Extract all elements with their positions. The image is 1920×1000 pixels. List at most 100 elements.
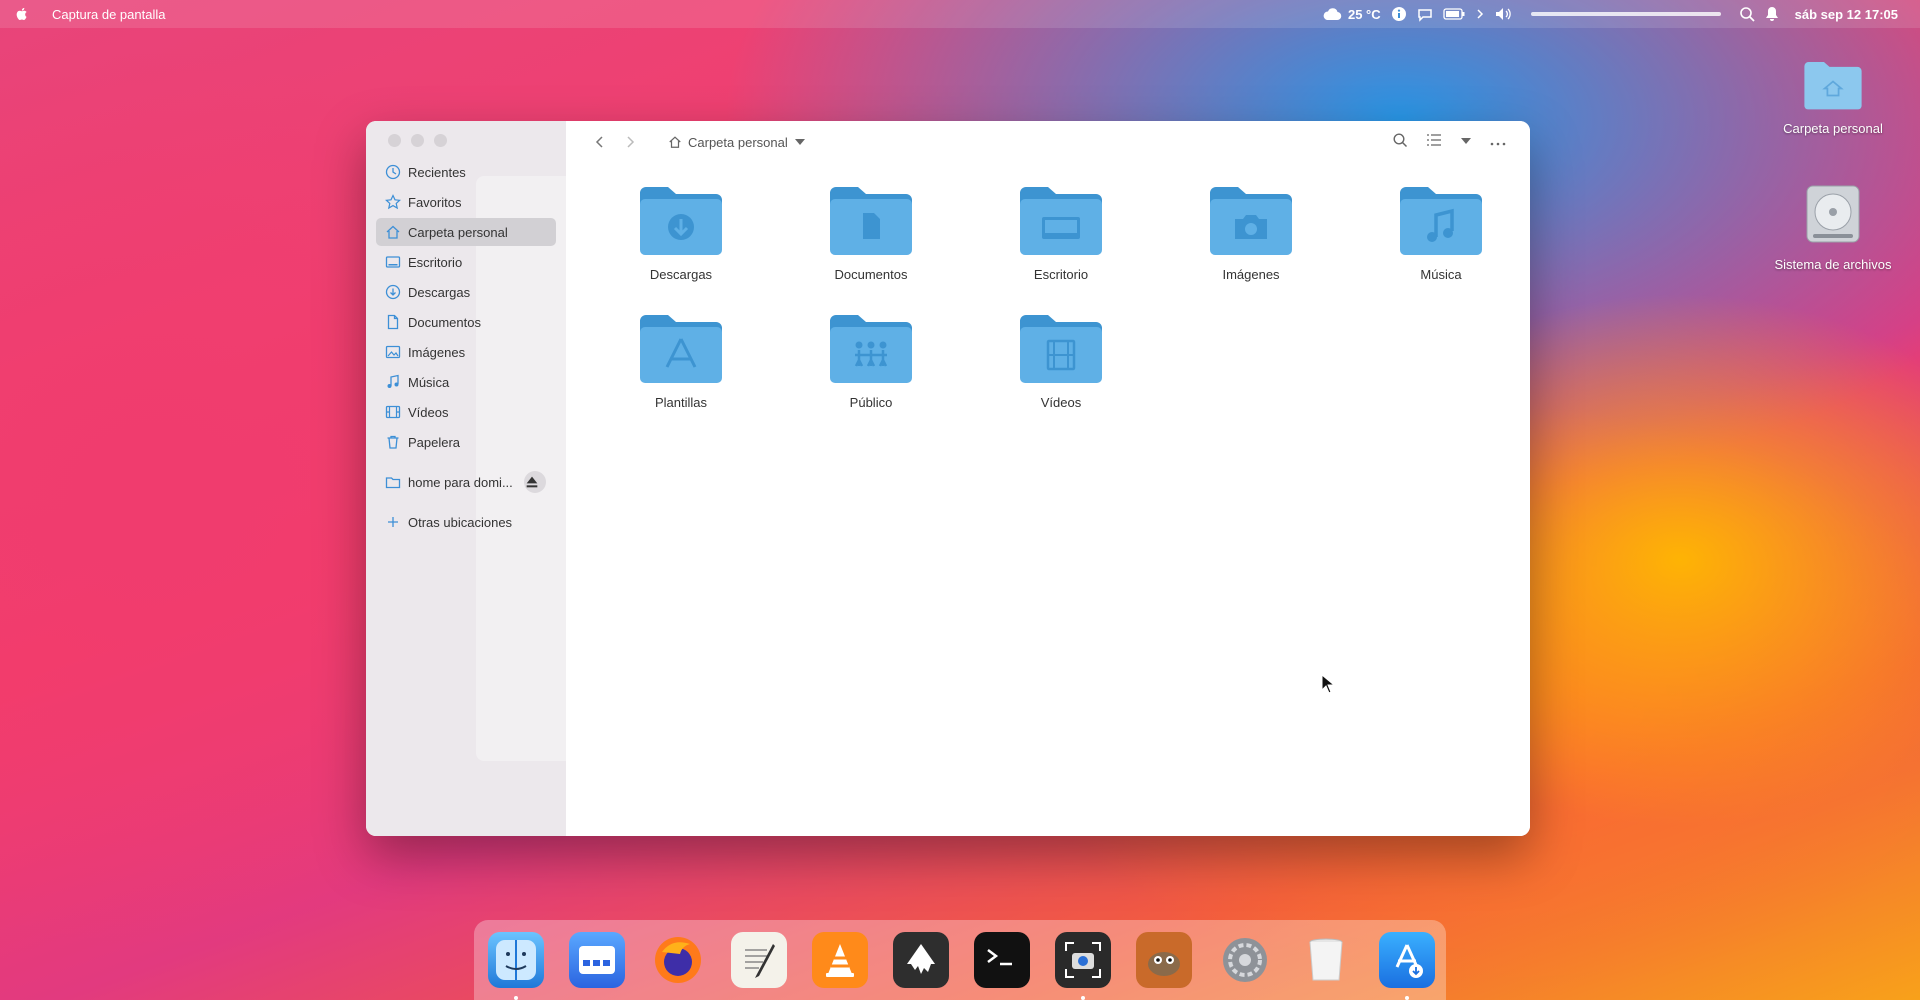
active-app-title[interactable]: Captura de pantalla [52, 7, 165, 22]
folder-item[interactable]: Vídeos [986, 311, 1136, 410]
sidebar-item-label: Descargas [408, 284, 471, 300]
toolbar: Carpeta personal [566, 121, 1530, 163]
search-icon [1393, 132, 1408, 147]
dock-app-launcher[interactable] [569, 932, 625, 988]
list-view-icon [1427, 133, 1441, 146]
clock-label[interactable]: sáb sep 12 17:05 [1795, 7, 1898, 22]
info-icon[interactable] [1391, 6, 1407, 22]
sidebar-item-music[interactable]: Música [376, 368, 556, 396]
desktop-icon-label: Carpeta personal [1783, 121, 1883, 136]
chevron-right-icon [627, 136, 635, 148]
sidebar-item-images[interactable]: Imágenes [376, 338, 556, 366]
notification-bell-icon[interactable] [1765, 6, 1779, 22]
folder-item[interactable]: Descargas [606, 183, 756, 282]
film-icon [385, 405, 401, 419]
sidebar: Recientes Favoritos Carpeta personal Esc… [366, 121, 567, 836]
desktop-icon-label: Sistema de archivos [1774, 257, 1892, 272]
folder-item[interactable]: Imágenes [1176, 183, 1326, 282]
sidebar-item-favorites[interactable]: Favoritos [376, 188, 556, 216]
document-icon [830, 187, 912, 255]
running-indicator [1405, 996, 1409, 1000]
folder-label: Descargas [649, 267, 713, 282]
apple-icon[interactable] [14, 6, 30, 22]
folder-item[interactable]: Música [1366, 183, 1516, 282]
sidebar-item-videos[interactable]: Vídeos [376, 398, 556, 426]
clock-icon [385, 164, 401, 180]
dock-finder[interactable] [488, 932, 544, 988]
image-icon [385, 345, 401, 359]
music-note-icon [1400, 187, 1482, 255]
maximize-window-button[interactable] [434, 134, 447, 147]
view-list-button[interactable] [1426, 133, 1442, 152]
sidebar-item-documents[interactable]: Documentos [376, 308, 556, 336]
music-note-icon [387, 374, 399, 388]
sidebar-list: Recientes Favoritos Carpeta personal Esc… [376, 158, 556, 538]
sidebar-item-recent[interactable]: Recientes [376, 158, 556, 186]
download-icon [385, 284, 401, 300]
sidebar-item-home[interactable]: Carpeta personal [376, 218, 556, 246]
battery-icon[interactable] [1442, 6, 1465, 22]
volume-icon[interactable] [1495, 6, 1513, 22]
camera-icon [1210, 187, 1292, 255]
document-icon [387, 314, 399, 330]
dock-inkscape[interactable] [893, 932, 949, 988]
gimp-icon [1148, 952, 1180, 976]
folder-icon [385, 477, 401, 489]
trash-icon [387, 435, 399, 449]
star-icon [385, 194, 401, 210]
desktop-icon-filesystem[interactable]: Sistema de archivos [1763, 184, 1903, 272]
folder-item[interactable]: Plantillas [606, 311, 756, 410]
dock-app-store[interactable] [1379, 932, 1435, 988]
search-icon[interactable] [1739, 6, 1755, 22]
cloud-icon [1323, 8, 1342, 21]
desktop-icon [1020, 187, 1102, 255]
minimize-window-button[interactable] [411, 134, 424, 147]
back-button[interactable] [590, 132, 610, 152]
search-button[interactable] [1392, 132, 1408, 153]
sidebar-item-label: Música [408, 374, 450, 390]
folder-item[interactable]: Escritorio [986, 183, 1136, 282]
sidebar-item-other-locations[interactable]: Otras ubicaciones [376, 508, 556, 536]
chevron-down-icon [1461, 138, 1471, 144]
brightness-slider[interactable] [1530, 12, 1721, 16]
folder-item[interactable]: Documentos [796, 183, 946, 282]
sidebar-item-trash[interactable]: Papelera [376, 428, 556, 456]
text-editor-icon [745, 944, 775, 978]
toolbar-actions [1392, 132, 1506, 153]
sidebar-item-network-mount[interactable]: home para domi... [376, 468, 556, 496]
hard-drive-icon [1806, 185, 1860, 243]
folder-item[interactable]: Público [796, 311, 946, 410]
dock-text-editor[interactable] [731, 932, 787, 988]
sidebar-item-label: Favoritos [408, 194, 462, 210]
folder-label: Documentos [834, 267, 908, 282]
chat-icon[interactable] [1417, 6, 1433, 22]
breadcrumb[interactable]: Carpeta personal [668, 135, 806, 150]
screenshot-icon [1065, 942, 1101, 978]
desktop-icon-home-folder[interactable]: Carpeta personal [1763, 58, 1903, 136]
download-icon [640, 187, 722, 255]
dock-screenshot[interactable] [1055, 932, 1111, 988]
dock-trash[interactable] [1298, 932, 1354, 988]
dock-terminal[interactable] [974, 932, 1030, 988]
dock-firefox[interactable] [650, 932, 706, 988]
terminal-icon [987, 949, 1012, 966]
dock-settings[interactable] [1217, 932, 1273, 988]
folder-label: Vídeos [1040, 395, 1082, 410]
view-options-dropdown[interactable] [1460, 133, 1472, 151]
dock-vlc[interactable] [812, 932, 868, 988]
sidebar-item-label: Recientes [408, 164, 466, 180]
vlc-icon [826, 944, 854, 977]
mouse-cursor-icon [1321, 674, 1335, 694]
folder-label: Plantillas [654, 395, 708, 410]
eject-button[interactable] [524, 471, 546, 493]
more-options-button[interactable] [1490, 133, 1506, 151]
forward-button[interactable] [620, 132, 640, 152]
weather-indicator[interactable]: 25 °C [1322, 7, 1381, 22]
sidebar-item-desktop[interactable]: Escritorio [376, 248, 556, 276]
dock-gimp[interactable] [1136, 932, 1192, 988]
desktop-icon [385, 256, 401, 268]
folder-label: Música [1420, 267, 1462, 282]
close-window-button[interactable] [388, 134, 401, 147]
chevron-right-icon[interactable] [1475, 6, 1485, 22]
sidebar-item-downloads[interactable]: Descargas [376, 278, 556, 306]
